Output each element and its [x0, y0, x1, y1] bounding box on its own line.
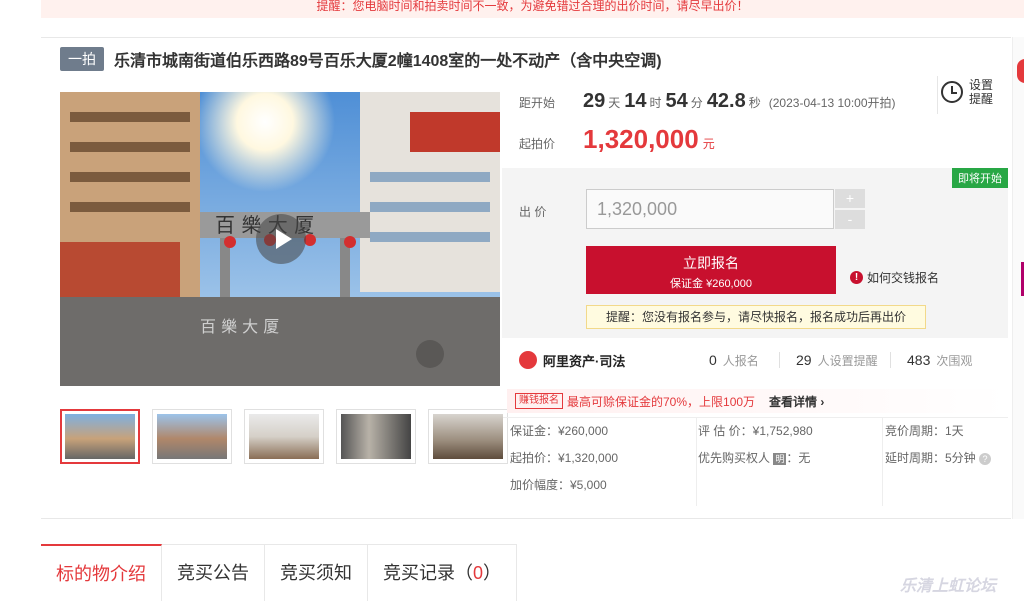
info-icon: !: [850, 271, 863, 284]
tab-bidding-rules[interactable]: 竞买须知: [265, 544, 368, 601]
start-price-unit: 元: [702, 137, 715, 151]
listing-title: 乐清市城南街道伯乐西路89号百乐大厦2幢1408室的一处不动产（含中央空调): [114, 53, 662, 70]
countdown-timer: 距开始 29 天 14 时 54 分 42.8 秒 (2023-04-13 10…: [519, 90, 896, 113]
status-badge: 即将开始: [952, 168, 1008, 188]
seconds-unit: 秒: [748, 96, 761, 110]
start-price-value: 1,320,000: [583, 124, 699, 154]
photo-thumbnails: [60, 409, 508, 464]
signup-label: 立即报名: [683, 255, 739, 271]
tab-item-intro[interactable]: 标的物介绍: [41, 544, 162, 601]
auction-start-time: (2023-04-13 10:00开拍): [768, 96, 896, 110]
hours-unit: 时: [649, 96, 662, 110]
reminder-count-value: 29: [796, 351, 812, 368]
bid-amount-input[interactable]: 1,320,000: [586, 189, 834, 229]
start-price-detail: 起拍价：¥1,320,000: [510, 451, 619, 465]
days-unit: 天: [608, 96, 621, 110]
thumbnail-2[interactable]: [152, 409, 232, 464]
countdown-days: 29: [583, 90, 606, 112]
thumbnail-4[interactable]: [336, 409, 416, 464]
alarm-clock-icon: [941, 81, 963, 103]
stats-row: 阿里资产·司法 0 人报名 29 人设置提醒 483 次围观: [519, 347, 1008, 373]
countdown-hours: 14: [624, 90, 647, 112]
signup-reminder: 提醒：您没有报名参与，请尽快报名，报名成功后再出价: [586, 305, 926, 329]
svg-text:百 樂 大 厦: 百 樂 大 厦: [200, 317, 279, 336]
tab-bid-records[interactable]: 竞买记录（0）: [368, 544, 518, 601]
countdown-minutes: 54: [665, 90, 688, 112]
side-badge-icon: [1017, 59, 1024, 83]
thumbnail-5[interactable]: [428, 409, 508, 464]
bidding-cycle-detail: 竞价周期：1天: [885, 424, 964, 438]
deposit-loan-promo: 赚钱报名 最高可赊保证金的70%，上限100万 查看详情 ›: [507, 389, 1007, 413]
remind-line2: 提醒: [969, 92, 994, 106]
how-to-pay-link[interactable]: ! 如何交钱报名: [850, 269, 939, 286]
ali-logo-icon: [519, 351, 537, 369]
help-icon[interactable]: ?: [979, 453, 992, 465]
tab-announcement[interactable]: 竞买公告: [162, 544, 265, 601]
auction-details: 保证金：¥260,000 起拍价：¥1,320,000 加价幅度：¥5,000 …: [503, 417, 1008, 506]
deposit-label: 保证金 ¥260,000: [670, 278, 752, 290]
increment-detail: 加价幅度：¥5,000: [510, 478, 607, 492]
play-video-button[interactable]: [256, 214, 306, 264]
remind-divider: [937, 76, 938, 114]
appraisal-detail: 评 估 价：¥1,752,980: [698, 424, 813, 438]
right-side-panel: [1012, 37, 1024, 519]
time-mismatch-notice: 提醒：您电脑时间和拍卖时间不一致，为避免错过合理的出价时间，请尽早出价！: [41, 0, 1024, 18]
thumbnail-1[interactable]: [60, 409, 140, 464]
ali-asset-logo: 阿里资产·司法: [519, 351, 709, 370]
forum-watermark: 乐清上虹论坛: [900, 578, 997, 595]
deposit-detail: 保证金：¥260,000: [510, 424, 609, 438]
bid-record-count: 0: [473, 563, 484, 583]
listing-title-row: 一拍 乐清市城南街道伯乐西路89号百乐大厦2幢1408室的一处不动产（含中央空调…: [60, 47, 662, 71]
countdown-label: 距开始: [519, 96, 556, 110]
delay-cycle-detail: 延时周期：5分钟 ?: [883, 445, 1008, 472]
promo-text: 最高可赊保证金的70%，上限100万: [567, 394, 756, 409]
content-tabs: 标的物介绍 竞买公告 竞买须知 竞买记录（0）: [41, 544, 518, 601]
set-reminder-button[interactable]: 设置 提醒: [941, 78, 1001, 106]
auction-card: 一拍 乐清市城南街道伯乐西路89号百乐大厦2幢1408室的一处不动产（含中央空调…: [41, 37, 1011, 519]
countdown-seconds: 42.8: [706, 90, 746, 112]
start-price: 起拍价 1,320,000 元: [519, 124, 715, 155]
brand-name: 阿里资产·司法: [543, 353, 626, 369]
decrease-bid-button[interactable]: -: [835, 210, 865, 229]
view-count-value: 483: [907, 351, 931, 368]
remind-line1: 设置: [969, 78, 994, 92]
auction-round-tag: 一拍: [60, 47, 104, 71]
pay-help-label: 如何交钱报名: [867, 271, 940, 285]
signup-count-value: 0: [709, 351, 717, 368]
signup-button[interactable]: 立即报名 保证金 ¥260,000: [586, 246, 836, 294]
view-count: 483 次围观: [907, 351, 973, 368]
reminder-count: 29 人设置提醒: [796, 351, 878, 368]
promo-details-link[interactable]: 查看详情 ›: [769, 393, 824, 410]
thumbnail-3[interactable]: [244, 409, 324, 464]
minutes-unit: 分: [690, 96, 703, 110]
bid-label: 出 价: [519, 205, 547, 219]
bid-stepper: + -: [835, 189, 865, 231]
start-price-label: 起拍价: [519, 137, 556, 151]
priority-tag: 明: [773, 453, 787, 465]
bid-panel: 即将开始 出 价 1,320,000 + - 立即报名 保证金 ¥260,000…: [502, 168, 1008, 338]
promo-tag: 赚钱报名: [515, 393, 563, 409]
signup-count: 0 人报名: [709, 351, 759, 368]
main-property-photo[interactable]: 百 樂 大 厦 百 樂 大 厦: [60, 92, 500, 386]
increase-bid-button[interactable]: +: [835, 189, 865, 208]
priority-buyer-detail: 优先购买权人 明：无: [698, 451, 811, 465]
